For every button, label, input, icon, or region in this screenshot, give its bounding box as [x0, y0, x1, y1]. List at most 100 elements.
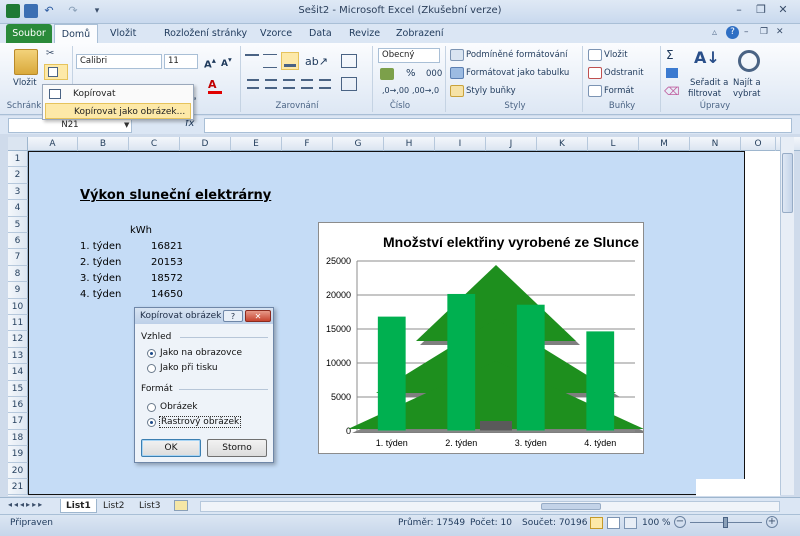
vertical-scrollbar[interactable] — [780, 137, 794, 495]
select-all-corner[interactable] — [8, 137, 28, 151]
cut-icon[interactable]: ✂ — [46, 48, 58, 60]
horizontal-scrollbar[interactable] — [200, 501, 780, 512]
week-value-2[interactable]: 20153 — [151, 257, 183, 268]
column-header[interactable]: B — [78, 137, 129, 151]
close-button[interactable]: ✕ — [772, 2, 794, 18]
active-cell-area[interactable] — [696, 479, 746, 496]
name-box-dropdown-icon[interactable]: ▼ — [124, 121, 129, 129]
tab-insert[interactable]: Vložit — [104, 24, 142, 43]
fill-icon[interactable] — [666, 68, 678, 78]
page-break-view-icon[interactable] — [624, 517, 637, 529]
column-header[interactable]: M — [639, 137, 690, 151]
week-label-4[interactable]: 4. týden — [80, 289, 121, 300]
normal-view-icon[interactable] — [590, 517, 603, 529]
font-size-combo[interactable]: 11 — [164, 54, 198, 69]
column-header[interactable]: L — [588, 137, 639, 151]
radio-as-printed[interactable] — [147, 364, 156, 373]
week-label-2[interactable]: 2. týden — [80, 257, 121, 268]
font-name-combo[interactable]: Calibri — [76, 54, 162, 69]
unit-label[interactable]: kWh — [130, 225, 152, 236]
row-header[interactable]: 11 — [8, 315, 28, 332]
tab-file[interactable]: Soubor — [6, 24, 52, 43]
row-header[interactable]: 1 — [8, 151, 28, 168]
menu-item-copy[interactable]: Kopírovat — [45, 86, 191, 102]
number-format-combo[interactable]: Obecný — [378, 48, 440, 63]
column-header[interactable]: J — [486, 137, 537, 151]
horizontal-scroll-thumb[interactable] — [541, 503, 601, 510]
currency-icon[interactable] — [380, 68, 394, 80]
dialog-help-button[interactable]: ? — [223, 310, 243, 322]
align-middle-icon[interactable] — [263, 54, 277, 68]
conditional-format-button[interactable]: Podmíněné formátování — [466, 50, 568, 60]
sheet-nav-arrows-icon[interactable]: ◂◂◂▸▸▸ — [8, 500, 44, 509]
paste-icon[interactable] — [14, 49, 38, 75]
sort-filter-button-line1[interactable]: Seřadit a — [690, 78, 728, 88]
row-header[interactable]: 20 — [8, 462, 28, 479]
sort-filter-button-line2[interactable]: filtrovat — [688, 89, 721, 99]
decrease-decimal-icon[interactable]: ,00→,0 — [412, 86, 439, 95]
align-top-icon[interactable] — [245, 54, 259, 68]
column-header[interactable]: A — [28, 137, 78, 151]
increase-indent-icon[interactable] — [319, 79, 331, 89]
insert-cells-button[interactable]: Vložit — [604, 50, 628, 60]
zoom-in-icon[interactable]: + — [766, 516, 778, 528]
row-header[interactable]: 14 — [8, 364, 28, 381]
tab-home[interactable]: Domů — [54, 24, 98, 43]
column-header[interactable]: F — [282, 137, 333, 151]
align-right-icon[interactable] — [283, 79, 295, 89]
tab-page-layout[interactable]: Rozložení stránky — [158, 24, 253, 43]
week-value-3[interactable]: 18572 — [151, 273, 183, 284]
column-header[interactable]: G — [333, 137, 384, 151]
menu-item-copy-as-picture[interactable]: Kopírovat jako obrázek... — [45, 103, 191, 119]
clear-icon[interactable]: ⌫ — [664, 85, 680, 98]
find-select-button-line2[interactable]: vybrat — [733, 89, 761, 99]
page-layout-view-icon[interactable] — [607, 517, 620, 529]
tab-view[interactable]: Zobrazení — [390, 24, 450, 43]
column-header[interactable]: I — [435, 137, 486, 151]
radio-label-as-printed[interactable]: Jako při tisku — [160, 363, 218, 373]
font-color-icon[interactable]: A — [208, 78, 217, 91]
grow-font-icon[interactable]: A▴ — [204, 55, 216, 70]
tab-review[interactable]: Revize — [343, 24, 386, 43]
row-header[interactable]: 2 — [8, 167, 28, 184]
row-header[interactable]: 6 — [8, 233, 28, 250]
align-bottom-button[interactable] — [281, 52, 299, 70]
week-value-1[interactable]: 16821 — [151, 241, 183, 252]
wrap-text-icon[interactable] — [341, 54, 357, 68]
radio-bitmap[interactable] — [147, 418, 156, 427]
zoom-out-icon[interactable]: − — [674, 516, 686, 528]
minimize-button[interactable]: – — [728, 2, 750, 18]
row-header[interactable]: 4 — [8, 200, 28, 217]
column-header[interactable]: H — [384, 137, 435, 151]
sheet-tab-list2[interactable]: List2 — [98, 499, 129, 513]
help-icon[interactable]: ? — [726, 26, 739, 39]
row-header[interactable]: 16 — [8, 397, 28, 414]
row-header[interactable]: 3 — [8, 183, 28, 201]
cell-styles-button[interactable]: Styly buňky — [466, 86, 516, 96]
column-header[interactable]: E — [231, 137, 282, 151]
format-table-button[interactable]: Formátovat jako tabulku — [466, 68, 569, 78]
orientation-icon[interactable]: ab↗ — [305, 55, 328, 68]
row-header[interactable]: 13 — [8, 347, 28, 365]
radio-label-bitmap[interactable]: Rastrový obrázek — [159, 416, 242, 428]
column-header[interactable]: N — [690, 137, 741, 151]
insert-sheet-icon[interactable] — [174, 500, 188, 511]
week-value-4[interactable]: 14650 — [151, 289, 183, 300]
radio-as-on-screen[interactable] — [147, 349, 156, 358]
decrease-indent-icon[interactable] — [301, 79, 313, 89]
column-header[interactable]: O — [741, 137, 776, 151]
tab-data[interactable]: Data — [303, 24, 338, 43]
dialog-close-button[interactable]: ✕ — [245, 310, 271, 322]
row-header[interactable]: 19 — [8, 446, 28, 463]
cancel-button[interactable]: Storno — [207, 439, 267, 457]
row-header[interactable]: 12 — [8, 331, 28, 348]
row-header[interactable]: 10 — [8, 298, 28, 315]
doc-minimize-icon[interactable]: – — [744, 27, 754, 37]
percent-button[interactable]: % — [406, 68, 416, 79]
formula-input[interactable] — [204, 118, 792, 133]
zoom-slider-thumb[interactable] — [723, 517, 728, 528]
shrink-font-icon[interactable]: A▾ — [221, 55, 232, 69]
column-header[interactable]: C — [129, 137, 180, 151]
vertical-scroll-thumb[interactable] — [782, 153, 793, 213]
radio-picture[interactable] — [147, 403, 156, 412]
